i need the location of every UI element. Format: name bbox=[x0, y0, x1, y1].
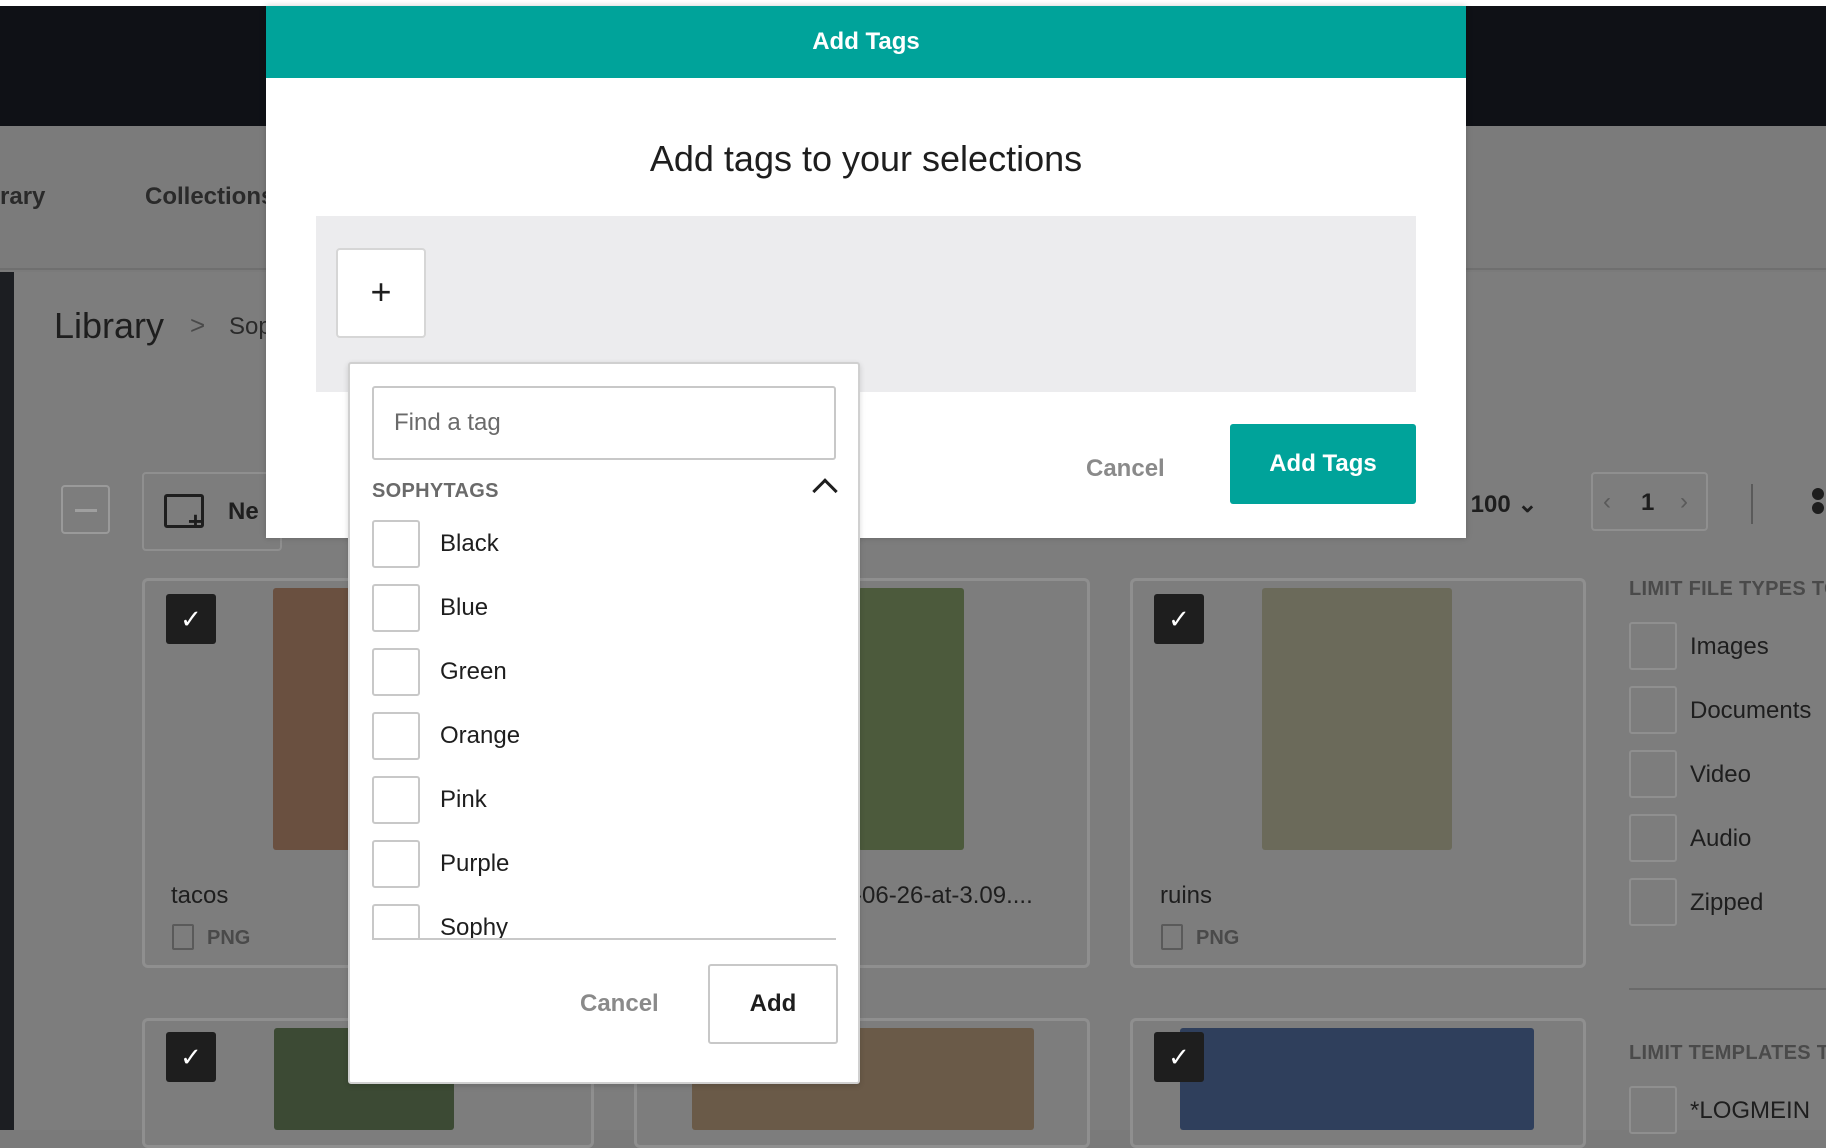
filter-documents-label: Documents bbox=[1690, 697, 1812, 724]
tag-label: Pink bbox=[440, 786, 487, 813]
filter-zipped-label: Zipped bbox=[1690, 889, 1764, 916]
tag-checkbox[interactable] bbox=[372, 904, 420, 938]
filter-images-label: Images bbox=[1690, 633, 1769, 660]
card-thumbnail bbox=[1262, 588, 1452, 850]
tag-option-orange[interactable]: Orange bbox=[372, 712, 836, 762]
file-icon bbox=[1161, 924, 1183, 950]
card-checkbox-checked[interactable]: ✓ bbox=[166, 594, 216, 644]
tag-label: Orange bbox=[440, 722, 521, 749]
filter-audio-label: Audio bbox=[1690, 825, 1752, 852]
filter-images-checkbox[interactable] bbox=[1629, 622, 1677, 670]
tag-option-black[interactable]: Black bbox=[372, 520, 836, 570]
card-thumbnail bbox=[1180, 1028, 1534, 1130]
filter-video-label: Video bbox=[1690, 761, 1751, 788]
filter-zipped-checkbox[interactable] bbox=[1629, 878, 1677, 926]
breadcrumb-separator-icon: > bbox=[190, 310, 206, 340]
next-page-icon[interactable]: › bbox=[1680, 488, 1688, 516]
filter-audio-checkbox[interactable] bbox=[1629, 814, 1677, 862]
tag-checkbox[interactable] bbox=[372, 648, 420, 696]
tag-group-heading: SOPHYTAGS bbox=[372, 480, 499, 502]
tag-checkbox[interactable] bbox=[372, 584, 420, 632]
tag-option-sophy[interactable]: Sophy bbox=[372, 904, 836, 940]
new-folder-icon bbox=[164, 494, 204, 537]
nav-tab-collections[interactable]: Collections bbox=[145, 183, 274, 211]
file-icon bbox=[172, 924, 194, 950]
filter-video-checkbox[interactable] bbox=[1629, 750, 1677, 798]
tag-option-pink[interactable]: Pink bbox=[372, 776, 836, 826]
per-page-select[interactable]: : 100 ⌄ bbox=[1456, 490, 1537, 519]
tag-option-purple[interactable]: Purple bbox=[372, 840, 836, 890]
tag-label: Green bbox=[440, 658, 507, 685]
add-tag-plus-button[interactable]: + bbox=[336, 248, 426, 338]
modal-header: Add Tags bbox=[266, 6, 1466, 78]
card-type: PNG bbox=[207, 927, 251, 949]
nav-tab-library[interactable]: rary bbox=[0, 183, 45, 211]
breadcrumb-library[interactable]: Library bbox=[54, 305, 164, 347]
prev-page-icon[interactable]: ‹ bbox=[1603, 488, 1611, 516]
add-tags-submit-button[interactable]: Add Tags bbox=[1230, 424, 1416, 504]
find-tag-input[interactable] bbox=[372, 386, 836, 460]
collapse-group-chevron-icon[interactable] bbox=[812, 478, 838, 504]
new-folder-button[interactable] bbox=[142, 472, 282, 551]
toolbar-divider bbox=[1751, 484, 1753, 524]
card-checkbox-checked[interactable]: ✓ bbox=[1154, 1032, 1204, 1082]
tag-list[interactable]: Black Blue Green Orange Pink Purple Soph… bbox=[372, 520, 836, 940]
card-name: tacos bbox=[171, 882, 229, 909]
tag-checkbox[interactable] bbox=[372, 840, 420, 888]
modal-title: Add tags to your selections bbox=[649, 138, 1083, 179]
card-thumbnail bbox=[273, 588, 353, 850]
card-name: ruins bbox=[1160, 882, 1213, 909]
tag-picker-dropdown: SOPHYTAGS Black Blue Green Orange Pink P… bbox=[348, 362, 860, 1084]
deselect-all-checkbox[interactable] bbox=[61, 485, 110, 534]
dropdown-add-button[interactable]: Add bbox=[708, 964, 838, 1044]
templates-heading: LIMIT TEMPLATES TO bbox=[1629, 1042, 1826, 1064]
card-name: -06-26-at-3.09.... bbox=[854, 882, 1033, 909]
dropdown-cancel-button[interactable]: Cancel bbox=[580, 990, 659, 1018]
tag-checkbox[interactable] bbox=[372, 712, 420, 760]
grid-view-icon[interactable] bbox=[1812, 488, 1826, 514]
new-folder-label: Ne bbox=[228, 498, 259, 525]
tag-option-blue[interactable]: Blue bbox=[372, 584, 836, 634]
page-number[interactable]: 1 bbox=[1641, 489, 1654, 517]
filter-documents-checkbox[interactable] bbox=[1629, 686, 1677, 734]
file-types-heading: LIMIT FILE TYPES TO bbox=[1629, 578, 1826, 600]
tag-label: Sophy bbox=[440, 914, 509, 940]
tag-option-green[interactable]: Green bbox=[372, 648, 836, 698]
tag-label: Black bbox=[440, 530, 499, 557]
tag-checkbox[interactable] bbox=[372, 776, 420, 824]
tag-label: Purple bbox=[440, 850, 510, 877]
tag-label: Blue bbox=[440, 594, 489, 621]
card-checkbox-checked[interactable]: ✓ bbox=[166, 1032, 216, 1082]
card-thumbnail bbox=[858, 588, 964, 850]
filter-template-label: *LOGMEIN bbox=[1690, 1097, 1811, 1124]
modal-cancel-button[interactable]: Cancel bbox=[1086, 455, 1165, 483]
sidebar-divider bbox=[1629, 988, 1826, 990]
card-checkbox-checked[interactable]: ✓ bbox=[1154, 594, 1204, 644]
filter-template-checkbox[interactable] bbox=[1629, 1086, 1677, 1134]
tag-checkbox[interactable] bbox=[372, 520, 420, 568]
left-rail bbox=[0, 272, 14, 1130]
card-type: PNG bbox=[1196, 927, 1240, 949]
